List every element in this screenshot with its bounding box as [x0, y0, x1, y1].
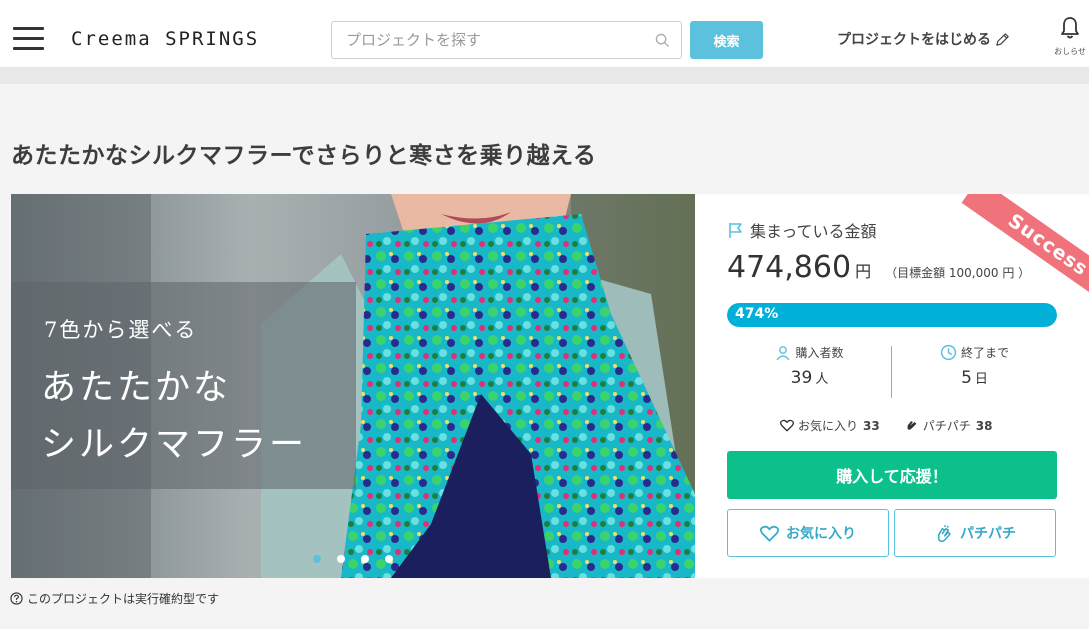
- buyers-label: 購入者数: [727, 344, 892, 361]
- carousel-dot[interactable]: [361, 555, 369, 563]
- hero-heading-line1: あたたかな: [41, 368, 232, 408]
- remaining-count: 5: [961, 368, 972, 388]
- funding-progress-bar: 474%: [727, 303, 1057, 327]
- pachi-label: パチパチ: [922, 419, 971, 433]
- favorites-label: お気に入り: [798, 419, 859, 433]
- clap-icon: [937, 524, 951, 542]
- raised-label-text: 集まっている金額: [750, 222, 877, 241]
- notifications-button[interactable]: おしらせ: [1052, 16, 1088, 57]
- raised-amount: 474,860 円 （目標金額 100,000 円 ）: [727, 250, 1030, 285]
- carousel-dot[interactable]: [337, 555, 345, 563]
- bell-icon: [1061, 17, 1079, 39]
- heart-icon: [780, 419, 794, 432]
- carousel-dot[interactable]: [385, 555, 393, 563]
- hero-heading-line2: シルクマフラー: [41, 425, 308, 465]
- search-button[interactable]: 検索: [690, 21, 763, 59]
- remaining-label: 終了まで: [892, 344, 1057, 361]
- buyers-unit: 人: [815, 372, 829, 387]
- project-title: あたたかなシルクマフラーでさらりと寒さを乗り越える: [11, 143, 597, 169]
- favorite-button-label: お気に入り: [786, 526, 856, 542]
- remaining-unit: 日: [974, 372, 988, 387]
- favorites-count: お気に入り 33: [780, 417, 880, 434]
- favorite-button[interactable]: お気に入り: [727, 509, 889, 557]
- project-type-note[interactable]: このプロジェクトは実行確約型です: [10, 590, 219, 607]
- clock-icon: [940, 344, 957, 361]
- funding-panel: Success 集まっている金額 474,860 円 （目標金額 100,000…: [695, 194, 1089, 578]
- carousel-dot[interactable]: [313, 555, 321, 563]
- buyers-count: 39: [790, 368, 813, 388]
- buyers-stat: 購入者数 39 人: [727, 344, 892, 388]
- goal-amount: （目標金額 100,000 円 ）: [885, 266, 1031, 280]
- buyers-value: 39 人: [727, 368, 892, 388]
- site-header: Creema SPRINGS 検索 プロジェクトをはじめる おしらせ: [0, 0, 1089, 68]
- project-stats: 購入者数 39 人 終了まで 5日: [727, 344, 1057, 398]
- remaining-value: 5日: [892, 368, 1057, 388]
- pencil-icon: [996, 32, 1009, 46]
- progress-percent: 474%: [735, 306, 779, 322]
- raised-amount-label: 集まっている金額: [727, 218, 877, 242]
- help-icon: [10, 592, 23, 605]
- hero-tagline: 7色から選べる: [44, 318, 198, 342]
- hero-image[interactable]: 7色から選べる あたたかな シルクマフラー: [11, 194, 695, 578]
- favorites-number: 33: [863, 418, 880, 433]
- project-type-note-text: このプロジェクトは実行確約型です: [27, 592, 220, 606]
- search-box: [331, 21, 682, 59]
- person-icon: [776, 345, 791, 360]
- heart-icon: [760, 525, 779, 542]
- menu-icon[interactable]: [13, 27, 44, 51]
- remaining-stat: 終了まで 5日: [892, 344, 1057, 388]
- reaction-counts: お気に入り 33 パチパチ 38: [780, 417, 992, 434]
- buy-support-button[interactable]: 購入して応援！: [727, 451, 1057, 499]
- remaining-label-text: 終了まで: [960, 346, 1009, 360]
- pachi-button-label: パチパチ: [960, 526, 1016, 542]
- carousel-dots: [313, 555, 393, 563]
- search-icon[interactable]: [655, 33, 670, 48]
- site-logo[interactable]: Creema SPRINGS: [71, 28, 259, 50]
- sub-navigation-bar: [0, 68, 1089, 84]
- pachi-number: 38: [975, 418, 993, 433]
- notifications-label: おしらせ: [1054, 47, 1086, 56]
- pachi-count: パチパチ 38: [905, 417, 993, 434]
- start-project-link[interactable]: プロジェクトをはじめる: [837, 29, 1010, 49]
- start-project-label: プロジェクトをはじめる: [837, 32, 991, 48]
- search-input[interactable]: [332, 22, 632, 58]
- pachi-button[interactable]: パチパチ: [894, 509, 1056, 557]
- buyers-label-text: 購入者数: [795, 346, 844, 360]
- currency-unit: 円: [855, 262, 872, 281]
- raised-amount-value: 474,860: [727, 250, 852, 285]
- clap-icon: [907, 421, 917, 430]
- flag-icon: [729, 223, 742, 238]
